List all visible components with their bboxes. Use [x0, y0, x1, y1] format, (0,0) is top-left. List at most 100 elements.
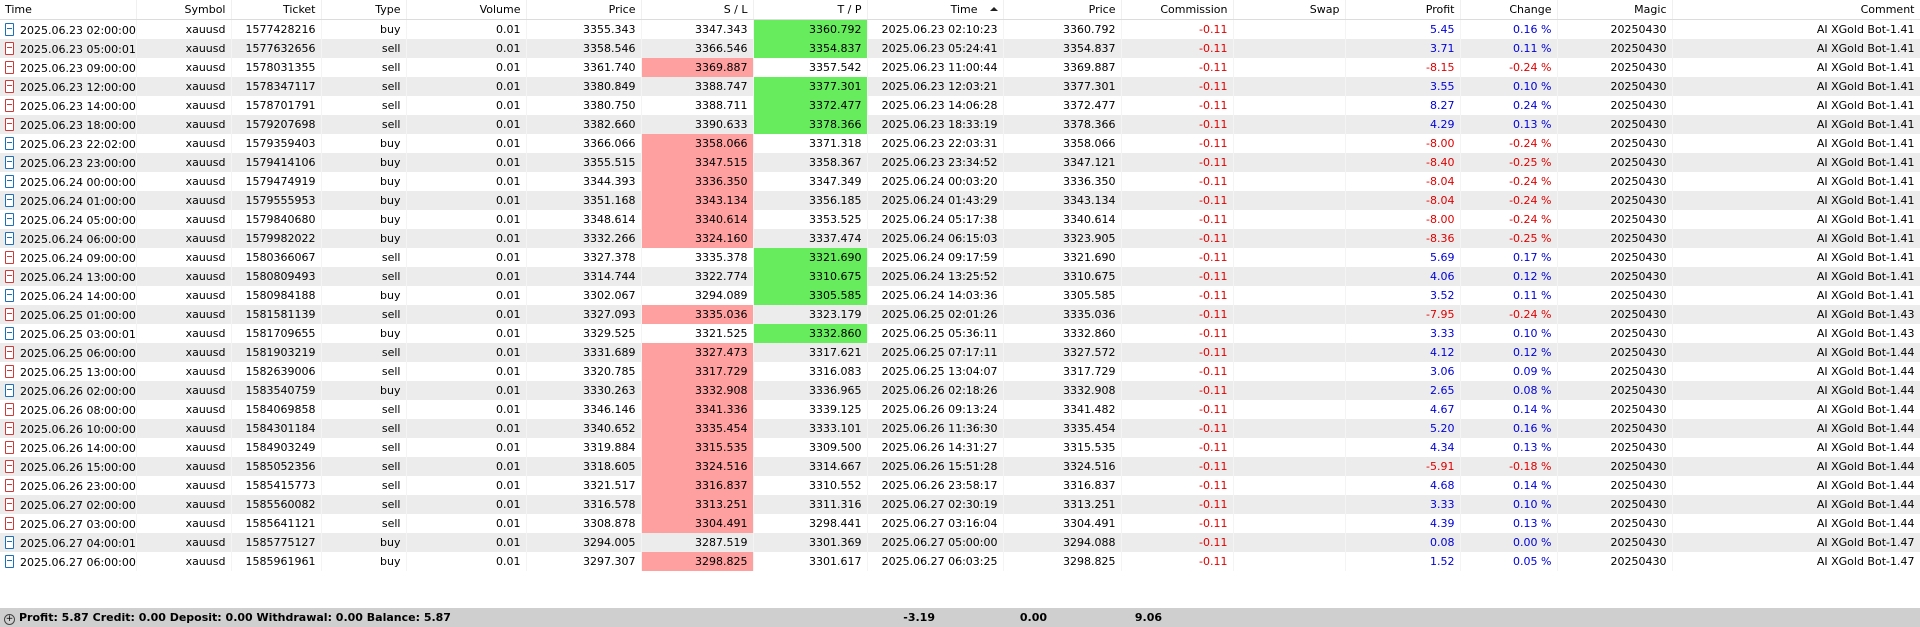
cell-swap	[1233, 476, 1346, 495]
table-row[interactable]: 2025.06.26 15:00:00 xauusd 1585052356 sell 0…	[0, 457, 1920, 476]
cell-sl: 3324.160	[641, 229, 754, 248]
cell-profit: 3.33	[1345, 495, 1461, 514]
trade-sell-icon	[5, 440, 14, 454]
cell-close-price: 3317.729	[1003, 362, 1122, 381]
cell-price: 3382.660	[526, 115, 642, 134]
column-header-comment[interactable]: Comment	[1672, 0, 1920, 20]
plus-circle-icon[interactable]: +	[4, 614, 15, 625]
column-header-close-time[interactable]: Time	[867, 0, 1004, 20]
trade-sell-icon	[5, 117, 14, 131]
table-row[interactable]: 2025.06.23 23:00:00 xauusd 1579414106 buy 0.…	[0, 153, 1920, 172]
cell-ticket: 1585560082	[231, 495, 322, 514]
table-row[interactable]: 2025.06.27 06:00:00 xauusd 1585961961 buy 0.…	[0, 552, 1920, 571]
cell-sl: 3335.378	[641, 248, 754, 267]
cell-time-text: 2025.06.23 22:02:00	[20, 137, 136, 151]
table-row[interactable]: 2025.06.26 02:00:00 xauusd 1583540759 buy 0.…	[0, 381, 1920, 400]
cell-ticket: 1580809493	[231, 267, 322, 286]
cell-close-time: 2025.06.23 05:24:41	[867, 39, 1004, 58]
cell-close-time: 2025.06.23 23:34:52	[867, 153, 1004, 172]
table-row[interactable]: 2025.06.25 06:00:00 xauusd 1581903219 sell 0…	[0, 343, 1920, 362]
table-row[interactable]: 2025.06.26 08:00:00 xauusd 1584069858 sell 0…	[0, 400, 1920, 419]
cell-profit: 4.12	[1345, 343, 1461, 362]
cell-profit: 4.39	[1345, 514, 1461, 533]
table-row[interactable]: 2025.06.26 23:00:00 xauusd 1585415773 sell 0…	[0, 476, 1920, 495]
cell-symbol: xauusd	[136, 210, 232, 229]
cell-commission: -0.11	[1121, 229, 1234, 248]
cell-swap	[1233, 343, 1346, 362]
cell-ticket: 1585415773	[231, 476, 322, 495]
cell-close-time: 2025.06.23 18:33:19	[867, 115, 1004, 134]
summary-stats[interactable]: + Profit: 5.87 Credit: 0.00 Deposit: 0.00…	[4, 611, 451, 625]
table-row[interactable]: 2025.06.24 00:00:00 xauusd 1579474919 buy 0.…	[0, 172, 1920, 191]
column-header-commission[interactable]: Commission	[1121, 0, 1234, 20]
table-row[interactable]: 2025.06.24 13:00:00 xauusd 1580809493 sell 0…	[0, 267, 1920, 286]
cell-symbol: xauusd	[136, 552, 232, 571]
cell-sl: 3340.614	[641, 210, 754, 229]
cell-change: 0.14 %	[1460, 400, 1558, 419]
cell-symbol: xauusd	[136, 324, 232, 343]
cell-close-price: 3310.675	[1003, 267, 1122, 286]
table-row[interactable]: 2025.06.26 10:00:00 xauusd 1584301184 sell 0…	[0, 419, 1920, 438]
column-header-profit[interactable]: Profit	[1345, 0, 1461, 20]
cell-volume: 0.01	[406, 210, 527, 229]
column-header-swap[interactable]: Swap	[1233, 0, 1346, 20]
cell-sl: 3347.515	[641, 153, 754, 172]
table-row[interactable]: 2025.06.24 09:00:00 xauusd 1580366067 sell 0…	[0, 248, 1920, 267]
cell-close-time: 2025.06.23 02:10:23	[867, 19, 1004, 39]
table-row[interactable]: 2025.06.26 14:00:00 xauusd 1584903249 sell 0…	[0, 438, 1920, 457]
column-header-close-price[interactable]: Price	[1003, 0, 1122, 20]
trade-buy-icon	[5, 288, 14, 302]
table-row[interactable]: 2025.06.23 05:00:01 xauusd 1577632656 sell 0…	[0, 39, 1920, 58]
summary-swap-total: 0.00	[1019, 611, 1047, 624]
table-row[interactable]: 2025.06.23 02:00:00 xauusd 1577428216 buy 0.…	[0, 19, 1920, 39]
column-header-type[interactable]: Type	[321, 0, 407, 20]
cell-volume: 0.01	[406, 381, 527, 400]
cell-symbol: xauusd	[136, 305, 232, 324]
trade-sell-icon	[5, 307, 14, 321]
cell-magic: 20250430	[1557, 324, 1673, 343]
cell-close-price: 3377.301	[1003, 77, 1122, 96]
table-row[interactable]: 2025.06.24 01:00:00 xauusd 1579555953 buy 0.…	[0, 191, 1920, 210]
column-header-time[interactable]: Time	[0, 0, 137, 20]
table-row[interactable]: 2025.06.25 13:00:00 xauusd 1582639006 sell 0…	[0, 362, 1920, 381]
table-row[interactable]: 2025.06.27 04:00:01 xauusd 1585775127 buy 0.…	[0, 533, 1920, 552]
cell-magic: 20250430	[1557, 457, 1673, 476]
cell-comment: AI XGold Bot-1.44	[1672, 438, 1920, 457]
trade-sell-icon	[5, 364, 14, 378]
trade-sell-icon	[5, 79, 14, 93]
table-row[interactable]: 2025.06.25 03:00:01 xauusd 1581709655 buy 0.…	[0, 324, 1920, 343]
table-row[interactable]: 2025.06.23 22:02:00 xauusd 1579359403 buy 0.…	[0, 134, 1920, 153]
table-row[interactable]: 2025.06.23 18:00:00 xauusd 1579207698 sell 0…	[0, 115, 1920, 134]
trade-sell-icon	[5, 250, 14, 264]
column-header-ticket[interactable]: Ticket	[231, 0, 322, 20]
table-row[interactable]: 2025.06.24 06:00:00 xauusd 1579982022 buy 0.…	[0, 229, 1920, 248]
cell-close-price: 3327.572	[1003, 343, 1122, 362]
column-header-sl[interactable]: S / L	[641, 0, 754, 20]
column-header-tp[interactable]: T / P	[753, 0, 868, 20]
table-row[interactable]: 2025.06.23 12:00:00 xauusd 1578347117 sell 0…	[0, 77, 1920, 96]
cell-volume: 0.01	[406, 134, 527, 153]
cell-type: sell	[321, 248, 407, 267]
cell-commission: -0.11	[1121, 419, 1234, 438]
column-header-symbol[interactable]: Symbol	[136, 0, 232, 20]
cell-ticket: 1578031355	[231, 58, 322, 77]
table-row[interactable]: 2025.06.23 09:00:00 xauusd 1578031355 sell 0…	[0, 58, 1920, 77]
column-header-magic[interactable]: Magic	[1557, 0, 1673, 20]
cell-type: sell	[321, 58, 407, 77]
cell-commission: -0.11	[1121, 514, 1234, 533]
table-row[interactable]: 2025.06.24 14:00:00 xauusd 1580984188 buy 0.…	[0, 286, 1920, 305]
cell-ticket: 1579414106	[231, 153, 322, 172]
cell-ticket: 1579555953	[231, 191, 322, 210]
cell-comment: AI XGold Bot-1.44	[1672, 476, 1920, 495]
table-row[interactable]: 2025.06.27 03:00:00 xauusd 1585641121 sell 0…	[0, 514, 1920, 533]
table-row[interactable]: 2025.06.27 02:00:00 xauusd 1585560082 sell 0…	[0, 495, 1920, 514]
column-header-price[interactable]: Price	[526, 0, 642, 20]
column-header-change[interactable]: Change	[1460, 0, 1558, 20]
table-row[interactable]: 2025.06.24 05:00:00 xauusd 1579840680 buy 0.…	[0, 210, 1920, 229]
cell-sl: 3347.343	[641, 19, 754, 39]
table-row[interactable]: 2025.06.25 01:00:00 xauusd 1581581139 sell 0…	[0, 305, 1920, 324]
column-header-volume[interactable]: Volume	[406, 0, 527, 20]
cell-price: 3366.066	[526, 134, 642, 153]
table-row[interactable]: 2025.06.23 14:00:00 xauusd 1578701791 sell 0…	[0, 96, 1920, 115]
cell-close-price: 3372.477	[1003, 96, 1122, 115]
